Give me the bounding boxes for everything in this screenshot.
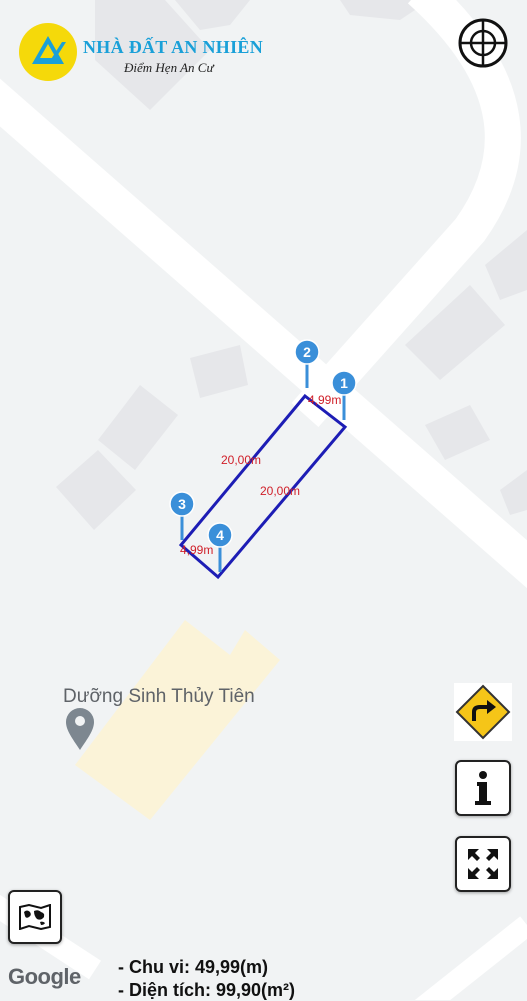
place-pin-icon[interactable] [66, 708, 94, 750]
area-text: - Diện tích: 99,90(m²) [118, 980, 296, 1000]
svg-text:4: 4 [216, 527, 224, 543]
map-type-button[interactable] [8, 890, 62, 944]
edge-label-left: 20,00m [221, 453, 261, 467]
svg-text:2: 2 [303, 344, 311, 360]
edge-label-top: 4,99m [308, 393, 341, 407]
directions-button[interactable] [454, 683, 512, 741]
fullscreen-button[interactable] [455, 836, 511, 892]
brand-emblem-icon [19, 23, 77, 81]
brand-slogan: Điểm Hẹn An Cư [124, 60, 214, 75]
crosshair-icon [458, 18, 508, 68]
poi-label[interactable]: Dưỡng Sinh Thủy Tiên [63, 686, 255, 708]
locate-button[interactable] [457, 17, 509, 69]
brand-name: NHÀ ĐẤT AN NHIÊN [83, 37, 263, 57]
brand-logo: NHÀ ĐẤT AN NHIÊN Điểm Hẹn An Cư [18, 22, 278, 82]
google-attribution: Google [8, 964, 81, 989]
poi-area [75, 620, 280, 820]
svg-text:1: 1 [340, 375, 348, 391]
edge-label-right: 20,00m [260, 484, 300, 498]
info-button[interactable] [455, 760, 511, 816]
fullscreen-icon [468, 849, 498, 879]
world-map-icon [19, 904, 51, 930]
svg-text:3: 3 [178, 496, 186, 512]
perimeter-text: - Chu vi: 49,99(m) [118, 957, 269, 977]
turn-right-sign-icon [454, 683, 512, 741]
map-canvas[interactable]: 4,99m 20,00m 20,00m 4,99m 1 2 3 4 [0, 0, 527, 1000]
edge-label-bottom: 4,99m [180, 543, 213, 557]
info-icon [475, 771, 491, 805]
